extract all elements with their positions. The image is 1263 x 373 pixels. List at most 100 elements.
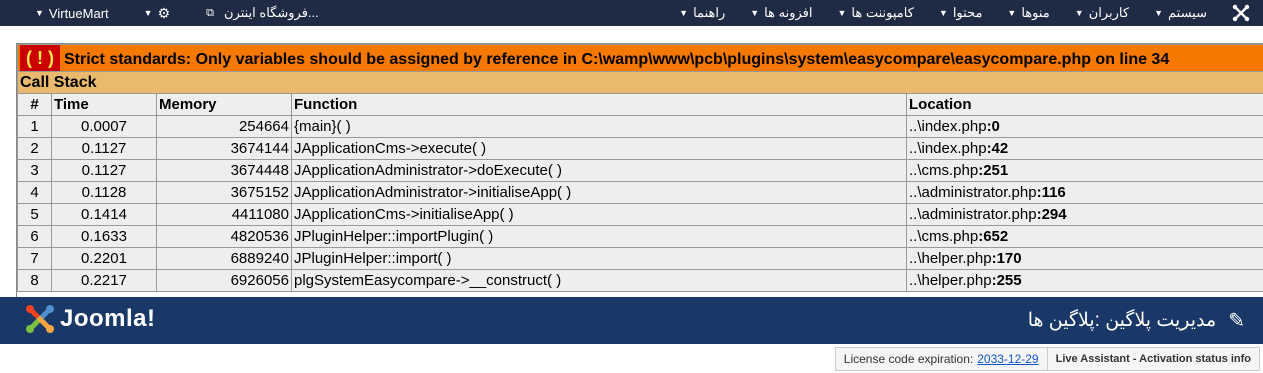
location-line: :116 xyxy=(1036,183,1066,201)
call-stack-row: 4 0.1128 3675152 JApplicationAdministrator-… xyxy=(17,181,1263,204)
virtuemart-label: VirtueMart xyxy=(48,5,109,21)
menu-system-label: سیستم xyxy=(1168,5,1207,20)
stack-time: 0.0007 xyxy=(51,115,157,138)
stack-location: ..\index.php:0 xyxy=(906,115,1263,138)
col-memory: Memory xyxy=(156,93,292,116)
license-info: License code expiration: 2033-12-29 xyxy=(836,348,1047,370)
stack-function: {main}( ) xyxy=(291,115,907,138)
stack-location: ..\administrator.php:116 xyxy=(906,181,1263,204)
stack-memory: 4820536 xyxy=(156,225,292,248)
live-assistant[interactable]: Live Assistant - Activation status info xyxy=(1046,348,1259,370)
stack-function: JApplicationAdministrator->doExecute( ) xyxy=(291,159,907,182)
menu-extensions-label: افزونه ها xyxy=(764,5,813,20)
call-stack-rows: 1 0.0007 254664 {main}( ) ..\index.php:0 2 0.1… xyxy=(17,115,1263,292)
location-line: :652 xyxy=(978,227,1009,245)
virtuemart-menu[interactable]: ▼ VirtueMart xyxy=(0,0,119,26)
license-date-link[interactable]: 2033-12-29 xyxy=(977,352,1038,366)
menu-content-label: محتوا xyxy=(952,5,983,20)
location-path: ..\administrator.php xyxy=(909,183,1037,201)
gear-icon: ⚙ xyxy=(157,4,171,21)
call-stack-row: 5 0.1414 4411080 JApplicationCms->initialis… xyxy=(17,203,1263,226)
caret-down-icon: ▼ xyxy=(750,8,760,18)
joomla-logo-icon[interactable] xyxy=(1231,3,1251,23)
caret-down-icon: ▼ xyxy=(35,8,44,18)
stack-memory: 3675152 xyxy=(156,181,292,204)
stack-memory: 6889240 xyxy=(156,247,292,270)
stack-number: 3 xyxy=(17,159,52,182)
menu-system[interactable]: سیستم ▼ xyxy=(1139,0,1217,26)
caret-down-icon: ▼ xyxy=(1074,8,1084,18)
location-line: :0 xyxy=(986,117,1000,135)
caret-down-icon: ▼ xyxy=(938,8,948,18)
menu-components[interactable]: کامپوننت ها ▼ xyxy=(822,0,923,26)
page-title: ✎ مدیریت پلاگین :پلاگین ها xyxy=(1028,297,1245,344)
menu-content[interactable]: محتوا ▼ xyxy=(924,0,993,26)
stack-function: JApplicationCms->execute( ) xyxy=(291,137,907,160)
stack-function: JApplicationAdministrator->initialiseApp… xyxy=(291,181,907,204)
column-header-row: # Time Memory Function Location xyxy=(17,93,1263,116)
menu-users[interactable]: کاربران ▼ xyxy=(1060,0,1139,26)
call-stack-row: 3 0.1127 3674448 JApplicationAdministrator-… xyxy=(17,159,1263,182)
stack-time: 0.1633 xyxy=(51,225,157,248)
location-path: ..\index.php xyxy=(909,117,987,135)
menu-menus-label: منوها xyxy=(1021,5,1050,20)
topbar-right-menu: سیستم ▼ کاربران ▼ منوها ▼ محتوا ▼ کامپون… xyxy=(664,0,1263,26)
menu-menus[interactable]: منوها ▼ xyxy=(992,0,1059,26)
error-message: Strict standards: Only variables should … xyxy=(63,51,1170,68)
call-stack-label: Call Stack xyxy=(17,71,1263,94)
caret-down-icon: ▼ xyxy=(1007,8,1017,18)
stack-memory: 3674144 xyxy=(156,137,292,160)
location-line: :170 xyxy=(991,249,1022,267)
call-stack-header: Call Stack xyxy=(17,71,1263,94)
admin-topbar: ▼ VirtueMart ▼ ⚙ ⧉ فروشگاه اینترن... سیس… xyxy=(0,0,1263,26)
error-message-cell: ( ! ) Strict standards: Only variables sh… xyxy=(17,44,1263,72)
menu-help[interactable]: راهنما ▼ xyxy=(664,0,735,26)
location-line: :251 xyxy=(978,161,1009,179)
location-path: ..\helper.php xyxy=(909,249,992,267)
stack-function: plgSystemEasycompare->__construct( ) xyxy=(291,269,907,292)
location-path: ..\cms.php xyxy=(909,161,979,179)
page-titlebar: Joomla! ✎ مدیریت پلاگین :پلاگین ها xyxy=(0,297,1263,344)
stack-location: ..\index.php:42 xyxy=(906,137,1263,160)
stack-memory: 254664 xyxy=(156,115,292,138)
location-line: :255 xyxy=(991,271,1022,289)
stack-number: 4 xyxy=(17,181,52,204)
settings-menu[interactable]: ▼ ⚙ xyxy=(119,0,180,26)
call-stack-row: 7 0.2201 6889240 JPluginHelper::import( )..… xyxy=(17,247,1263,270)
stack-number: 5 xyxy=(17,203,52,226)
stack-function: JPluginHelper::importPlugin( ) xyxy=(291,225,907,248)
col-location: Location xyxy=(906,93,1263,116)
col-number: # xyxy=(17,93,52,116)
joomla-brand: Joomla! xyxy=(24,303,156,335)
stack-memory: 3674448 xyxy=(156,159,292,182)
store-link[interactable]: ⧉ فروشگاه اینترن... xyxy=(180,0,329,26)
call-stack-row: 1 0.0007 254664 {main}( ) ..\index.php:0 xyxy=(17,115,1263,138)
caret-down-icon: ▼ xyxy=(837,8,847,18)
caret-down-icon: ▼ xyxy=(143,8,153,18)
stack-time: 0.2201 xyxy=(51,247,157,270)
location-path: ..\helper.php xyxy=(909,271,992,289)
menu-help-label: راهنما xyxy=(693,5,726,20)
col-function: Function xyxy=(291,93,907,116)
plugin-icon: ✎ xyxy=(1228,310,1245,332)
stack-location: ..\helper.php:170 xyxy=(906,247,1263,270)
location-path: ..\index.php xyxy=(909,139,987,157)
stack-number: 2 xyxy=(17,137,52,160)
stack-time: 0.1127 xyxy=(51,159,157,182)
status-bar: License code expiration: 2033-12-29 Live… xyxy=(834,347,1260,371)
stack-function: JPluginHelper::import( ) xyxy=(291,247,907,270)
stack-time: 0.2217 xyxy=(51,269,157,292)
stack-memory: 4411080 xyxy=(156,203,292,226)
stack-location: ..\cms.php:652 xyxy=(906,225,1263,248)
warning-icon: ( ! ) xyxy=(20,45,60,71)
stack-number: 6 xyxy=(17,225,52,248)
error-table: ( ! ) Strict standards: Only variables sh… xyxy=(17,44,1263,292)
menu-users-label: کاربران xyxy=(1088,5,1130,20)
menu-components-label: کامپوننت ها xyxy=(851,5,914,20)
license-label: License code expiration: xyxy=(843,352,974,366)
location-line: :294 xyxy=(1036,205,1067,223)
menu-extensions[interactable]: افزونه ها ▼ xyxy=(735,0,822,26)
location-line: :42 xyxy=(986,139,1009,157)
stack-time: 0.1128 xyxy=(51,181,157,204)
col-time: Time xyxy=(51,93,157,116)
